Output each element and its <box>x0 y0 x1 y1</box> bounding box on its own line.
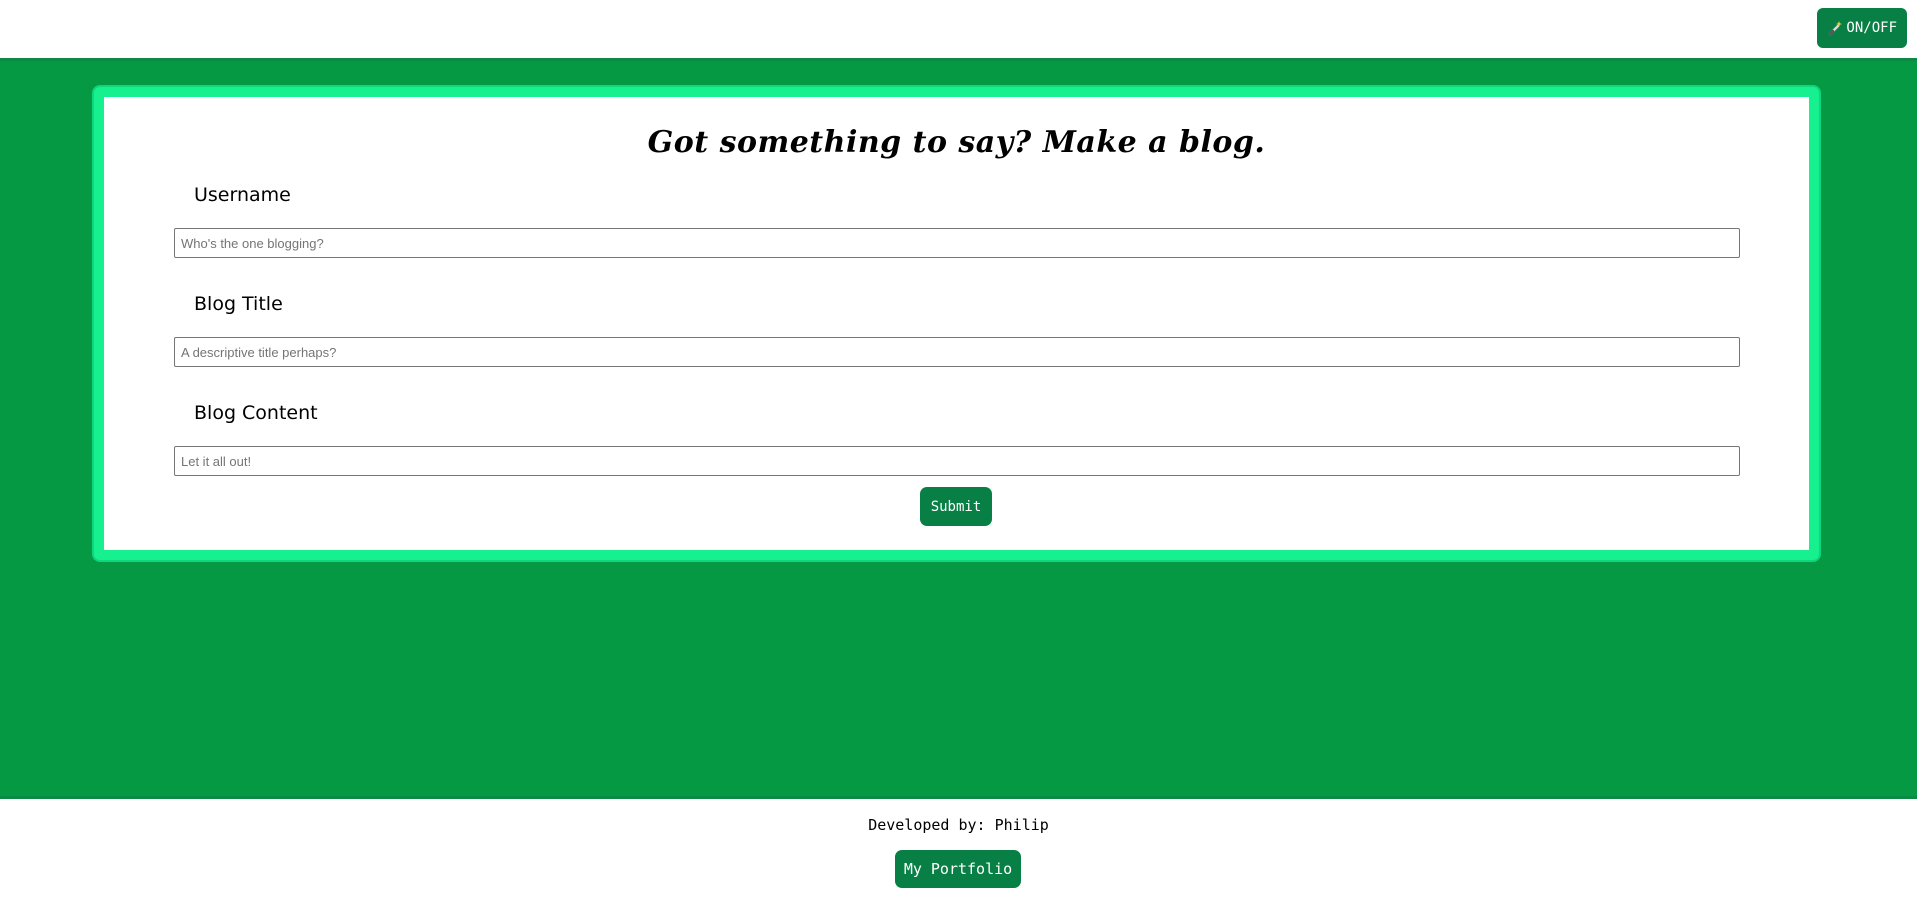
username-input[interactable] <box>174 228 1740 258</box>
top-bar: ON/OFF <box>0 0 1917 58</box>
blog-title-input[interactable] <box>174 337 1740 367</box>
portfolio-button[interactable]: My Portfolio <box>895 850 1021 888</box>
toggle-label: ON/OFF <box>1846 20 1897 36</box>
dark-mode-toggle-button[interactable]: ON/OFF <box>1817 8 1907 48</box>
username-label: Username <box>194 184 291 206</box>
developer-credit: Developed by: Philip <box>868 816 1049 834</box>
submit-button[interactable]: Submit <box>920 487 992 526</box>
form-title: Got something to say? Make a blog. <box>647 125 1266 160</box>
magic-wand-icon <box>1827 20 1843 36</box>
main-section: Got something to say? Make a blog. Usern… <box>0 58 1917 799</box>
blog-title-label: Blog Title <box>194 293 283 315</box>
blog-content-input[interactable] <box>174 446 1740 476</box>
blog-form-card: Got something to say? Make a blog. Usern… <box>94 87 1819 560</box>
blog-content-label: Blog Content <box>194 402 318 424</box>
footer: Developed by: Philip My Portfolio <box>0 799 1917 907</box>
